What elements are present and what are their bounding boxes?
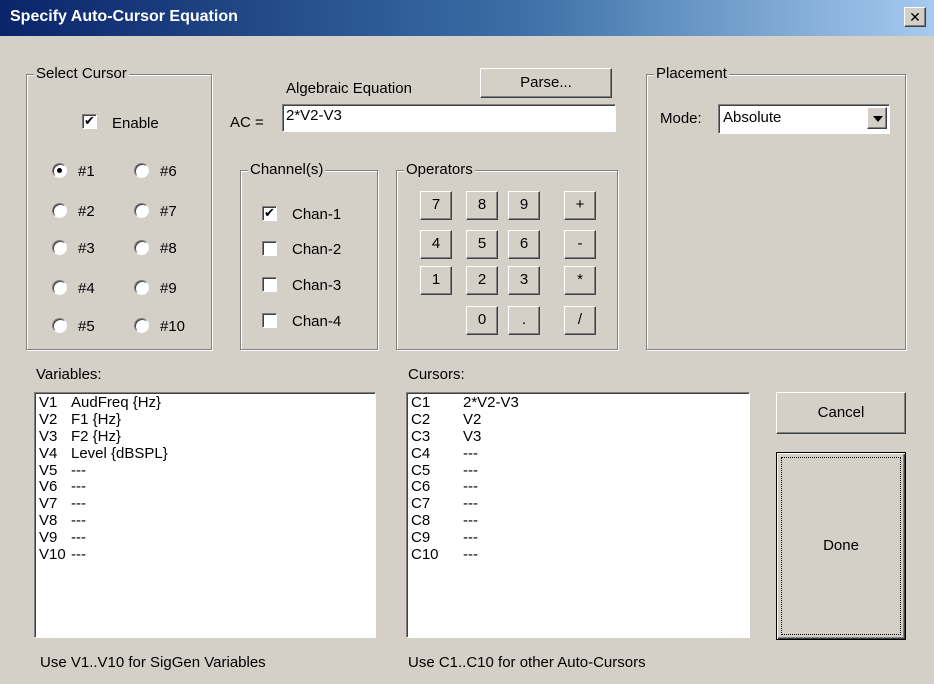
- radio-cursor-8[interactable]: [134, 240, 149, 255]
- key-9[interactable]: 9: [508, 191, 540, 220]
- variables-list[interactable]: V1 AudFreq {Hz} V2 F1 {Hz} V3 F2 {Hz} V4 Lev…: [34, 392, 376, 638]
- cursors-list[interactable]: C1 2*V2-V3 C2 V2 C3 V3 C4 --- C5 --- C6 --- C7…: [406, 392, 750, 638]
- operators-legend: Operators: [404, 161, 475, 179]
- list-item[interactable]: V4 Level {dBSPL}: [39, 445, 371, 463]
- list-item[interactable]: C4 ---: [411, 445, 745, 463]
- list-item[interactable]: V1 AudFreq {Hz}: [39, 394, 371, 412]
- key-divide[interactable]: /: [564, 306, 596, 335]
- mode-select[interactable]: Absolute: [718, 104, 890, 134]
- enable-label: Enable: [112, 115, 159, 132]
- select-cursor-legend: Select Cursor: [34, 65, 129, 83]
- radio-cursor-3[interactable]: [52, 240, 67, 255]
- list-item[interactable]: V9 ---: [39, 529, 371, 547]
- placement-legend: Placement: [654, 65, 729, 83]
- close-button[interactable]: ✕: [904, 7, 926, 27]
- chan-1-checkbox[interactable]: ✔: [262, 206, 277, 221]
- list-item[interactable]: V5 ---: [39, 462, 371, 480]
- chan-2-checkbox[interactable]: [262, 241, 277, 256]
- list-item[interactable]: C10 ---: [411, 546, 745, 564]
- chan-3-label: Chan-3: [292, 277, 342, 294]
- radio-label-10: #10: [160, 318, 186, 335]
- check-icon: ✔: [84, 113, 95, 128]
- radio-label-6: #6: [160, 163, 177, 180]
- chan-2-label: Chan-2: [292, 241, 342, 258]
- window-title: Specify Auto-Cursor Equation: [10, 8, 238, 25]
- list-item[interactable]: C6 ---: [411, 479, 745, 496]
- key-1[interactable]: 1: [420, 266, 452, 295]
- enable-checkbox[interactable]: ✔: [82, 114, 97, 129]
- list-item[interactable]: V2 F1 {Hz}: [39, 411, 371, 429]
- cursors-hint: Use C1..C10 for other Auto-Cursors: [408, 654, 646, 671]
- check-icon: ✔: [264, 205, 275, 220]
- chevron-down-icon[interactable]: [867, 107, 887, 129]
- list-item[interactable]: C1 2*V2-V3: [411, 394, 745, 412]
- key-7[interactable]: 7: [420, 191, 452, 220]
- chan-3-checkbox[interactable]: [262, 277, 277, 292]
- chan-1-label: Chan-1: [292, 206, 342, 223]
- radio-cursor-10[interactable]: [134, 318, 149, 333]
- mode-value: Absolute: [723, 109, 782, 126]
- radio-cursor-2[interactable]: [52, 203, 67, 218]
- radio-label-1: #1: [78, 163, 95, 180]
- radio-label-8: #8: [160, 240, 177, 257]
- ac-label: AC =: [230, 114, 264, 131]
- key-plus[interactable]: +: [564, 191, 596, 220]
- key-2[interactable]: 2: [466, 266, 498, 295]
- key-5[interactable]: 5: [466, 230, 498, 259]
- cancel-button[interactable]: Cancel: [776, 392, 906, 434]
- key-multiply[interactable]: *: [564, 266, 596, 295]
- key-3[interactable]: 3: [508, 266, 540, 295]
- title-bar: Specify Auto-Cursor Equation ✕: [0, 0, 934, 36]
- parse-button[interactable]: Parse...: [480, 68, 612, 98]
- list-item[interactable]: C2 V2: [411, 411, 745, 429]
- radio-label-5: #5: [78, 318, 95, 335]
- radio-label-2: #2: [78, 203, 95, 220]
- list-item[interactable]: V8 ---: [39, 512, 371, 530]
- key-dot[interactable]: .: [508, 306, 540, 335]
- radio-cursor-5[interactable]: [52, 318, 67, 333]
- list-item[interactable]: V6 ---: [39, 479, 371, 496]
- radio-cursor-7[interactable]: [134, 203, 149, 218]
- radio-label-9: #9: [160, 280, 177, 297]
- key-4[interactable]: 4: [420, 230, 452, 259]
- list-item[interactable]: V3 F2 {Hz}: [39, 428, 371, 446]
- equation-heading: Algebraic Equation: [286, 80, 412, 97]
- list-item[interactable]: C3 V3: [411, 428, 745, 446]
- variables-label: Variables:: [36, 366, 102, 383]
- done-button[interactable]: Done: [776, 452, 906, 640]
- list-item[interactable]: C9 ---: [411, 529, 745, 547]
- radio-cursor-1[interactable]: [52, 163, 67, 178]
- key-8[interactable]: 8: [466, 191, 498, 220]
- equation-input[interactable]: 2*V2-V3: [282, 104, 616, 132]
- list-item[interactable]: C5 ---: [411, 462, 745, 480]
- radio-cursor-4[interactable]: [52, 280, 67, 295]
- chan-4-checkbox[interactable]: [262, 313, 277, 328]
- parse-label: Parse...: [520, 74, 572, 91]
- mode-label: Mode:: [660, 110, 702, 127]
- radio-label-4: #4: [78, 280, 95, 297]
- key-0[interactable]: 0: [466, 306, 498, 335]
- close-icon: ✕: [909, 9, 921, 25]
- list-item[interactable]: C8 ---: [411, 512, 745, 530]
- radio-cursor-9[interactable]: [134, 280, 149, 295]
- variables-hint: Use V1..V10 for SigGen Variables: [40, 654, 266, 671]
- radio-cursor-6[interactable]: [134, 163, 149, 178]
- list-item[interactable]: V10 ---: [39, 546, 371, 564]
- equation-value: 2*V2-V3: [286, 107, 342, 124]
- cursors-label: Cursors:: [408, 366, 465, 383]
- focus-rect: [781, 457, 901, 635]
- list-item[interactable]: C7 ---: [411, 495, 745, 513]
- cancel-label: Cancel: [817, 404, 865, 421]
- radio-label-3: #3: [78, 240, 95, 257]
- radio-label-7: #7: [160, 203, 177, 220]
- key-6[interactable]: 6: [508, 230, 540, 259]
- channels-legend: Channel(s): [248, 161, 326, 179]
- chan-4-label: Chan-4: [292, 313, 342, 330]
- key-minus[interactable]: -: [564, 230, 596, 259]
- list-item[interactable]: V7 ---: [39, 495, 371, 513]
